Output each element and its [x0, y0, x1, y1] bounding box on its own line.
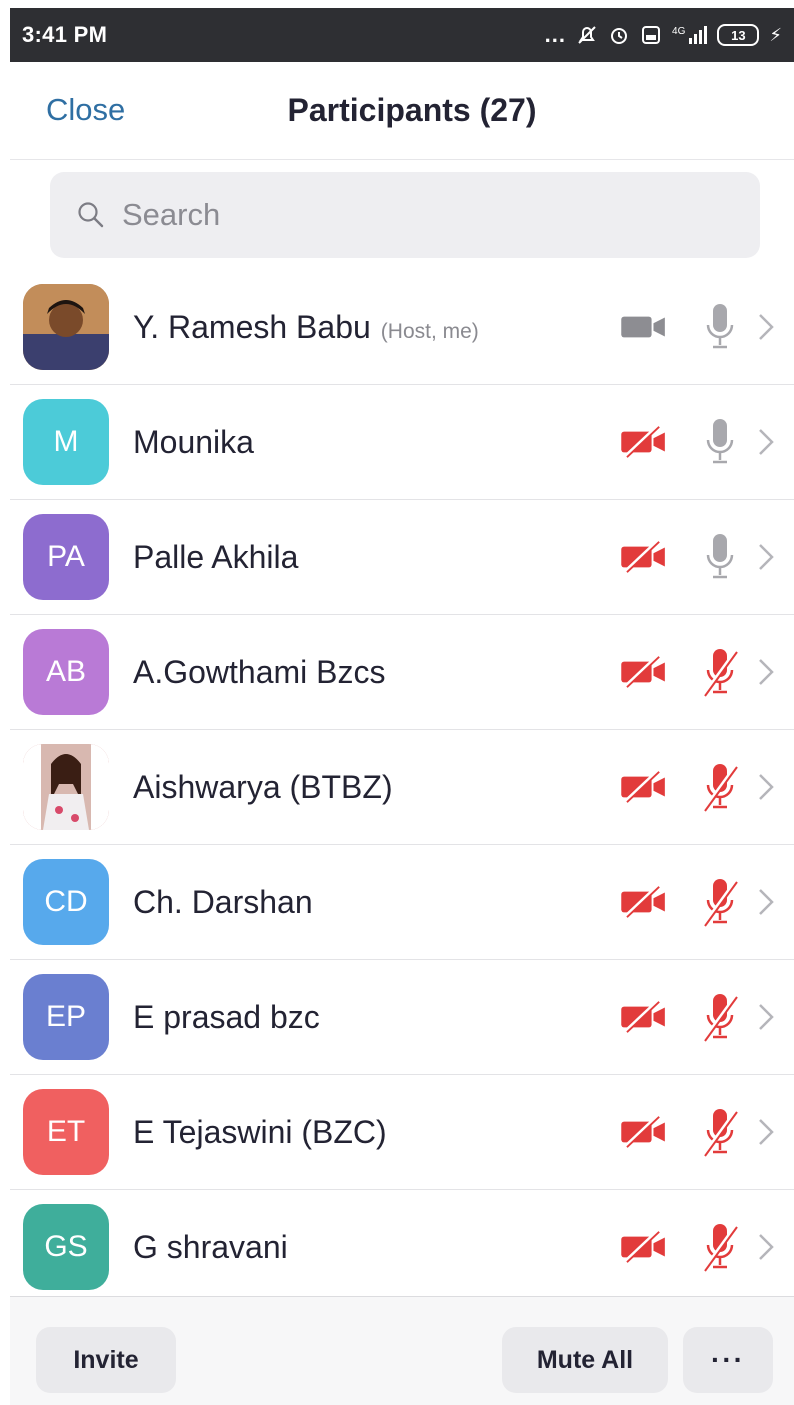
microphone-muted-icon [702, 764, 738, 812]
more-options-button[interactable]: ··· [683, 1327, 773, 1393]
chevron-right-icon[interactable] [756, 771, 776, 803]
chevron-right-icon[interactable] [756, 1231, 776, 1263]
participant-status-icons [616, 270, 794, 384]
search-icon [78, 202, 104, 228]
participant-row[interactable]: PA Palle Akhila [10, 500, 794, 615]
participant-status-icons [616, 1190, 794, 1304]
footer-toolbar: Invite Mute All ··· [10, 1296, 794, 1405]
avatar: M [23, 399, 109, 485]
header: Close Participants (27) [10, 62, 794, 160]
microphone-muted-icon [702, 994, 738, 1042]
status-time: 3:41 PM [22, 22, 108, 47]
participant-role: (Host, me) [380, 319, 479, 343]
video-off-icon [621, 424, 665, 458]
avatar: GS [23, 1204, 109, 1290]
avatar: PA [23, 514, 109, 600]
video-off-icon [621, 1229, 665, 1263]
avatar: EP [23, 974, 109, 1060]
data-saver-icon [642, 26, 661, 44]
participant-row[interactable]: M Mounika [10, 385, 794, 500]
participant-status-icons [616, 845, 794, 959]
more-dots-icon: ... [544, 22, 567, 47]
avatar: ET [23, 1089, 109, 1175]
microphone-muted-icon [702, 879, 738, 927]
search-input[interactable] [122, 197, 722, 233]
mute-all-button[interactable]: Mute All [502, 1327, 668, 1393]
battery-icon: 13 [717, 24, 760, 46]
microphone-muted-icon [702, 649, 738, 697]
status-icons: ... 4G 13 ⚡ [545, 22, 782, 48]
participant-status-icons [616, 500, 794, 614]
search-bar[interactable] [50, 172, 760, 258]
participant-row[interactable]: AB A.Gowthami Bzcs [10, 615, 794, 730]
chevron-right-icon[interactable] [756, 311, 776, 343]
microphone-muted-icon [702, 1109, 738, 1157]
participant-name: Aishwarya (BTBZ) [133, 768, 393, 805]
charging-icon: ⚡ [769, 24, 782, 45]
participants-list: Y. Ramesh Babu (Host, me) M Mounika PA Palle … [10, 270, 794, 1305]
chevron-right-icon[interactable] [756, 541, 776, 573]
video-off-icon [621, 999, 665, 1033]
participant-status-icons [616, 730, 794, 844]
microphone-icon [706, 304, 734, 349]
video-off-icon [621, 769, 665, 803]
page-title: Participants (27) [287, 92, 537, 128]
avatar: AB [23, 629, 109, 715]
alarm-icon [611, 28, 628, 44]
participant-row[interactable]: ET E Tejaswini (BZC) [10, 1075, 794, 1190]
microphone-icon [706, 419, 734, 464]
chevron-right-icon[interactable] [756, 886, 776, 918]
status-bar: 3:41 PM ... 4G 13 ⚡ [10, 8, 794, 62]
chevron-right-icon[interactable] [756, 426, 776, 458]
participant-name: E Tejaswini (BZC) [133, 1113, 387, 1150]
avatar-photo [23, 744, 109, 830]
participant-status-icons [616, 615, 794, 729]
chevron-right-icon[interactable] [756, 1001, 776, 1033]
video-camera-icon [621, 316, 665, 338]
participant-row[interactable]: Aishwarya (BTBZ) [10, 730, 794, 845]
participant-name: Y. Ramesh Babu [133, 308, 371, 345]
participant-name: G shravani [133, 1228, 288, 1265]
participant-row[interactable]: EP E prasad bzc [10, 960, 794, 1075]
participant-name: Palle Akhila [133, 538, 299, 575]
participant-name: Mounika [133, 423, 254, 460]
chevron-right-icon[interactable] [756, 656, 776, 688]
participant-name: Ch. Darshan [133, 883, 313, 920]
participant-name: E prasad bzc [133, 998, 320, 1035]
participant-row[interactable]: Y. Ramesh Babu (Host, me) [10, 270, 794, 385]
network-type-label: 4G [672, 26, 686, 37]
microphone-muted-icon [702, 1224, 738, 1272]
video-off-icon [621, 1114, 665, 1148]
video-off-icon [621, 884, 665, 918]
mute-bell-icon [578, 26, 596, 44]
avatar-photo [23, 284, 109, 370]
microphone-icon [706, 534, 734, 579]
participant-row[interactable]: GS G shravani [10, 1190, 794, 1305]
participant-status-icons [616, 385, 794, 499]
participant-status-icons [616, 960, 794, 1074]
chevron-right-icon[interactable] [756, 1116, 776, 1148]
video-off-icon [621, 654, 665, 688]
invite-button[interactable]: Invite [36, 1327, 176, 1393]
participant-status-icons [616, 1075, 794, 1189]
participant-name: A.Gowthami Bzcs [133, 653, 386, 690]
video-off-icon [621, 539, 665, 573]
avatar: CD [23, 859, 109, 945]
signal-icon: 4G [672, 26, 708, 44]
participant-row[interactable]: CD Ch. Darshan [10, 845, 794, 960]
